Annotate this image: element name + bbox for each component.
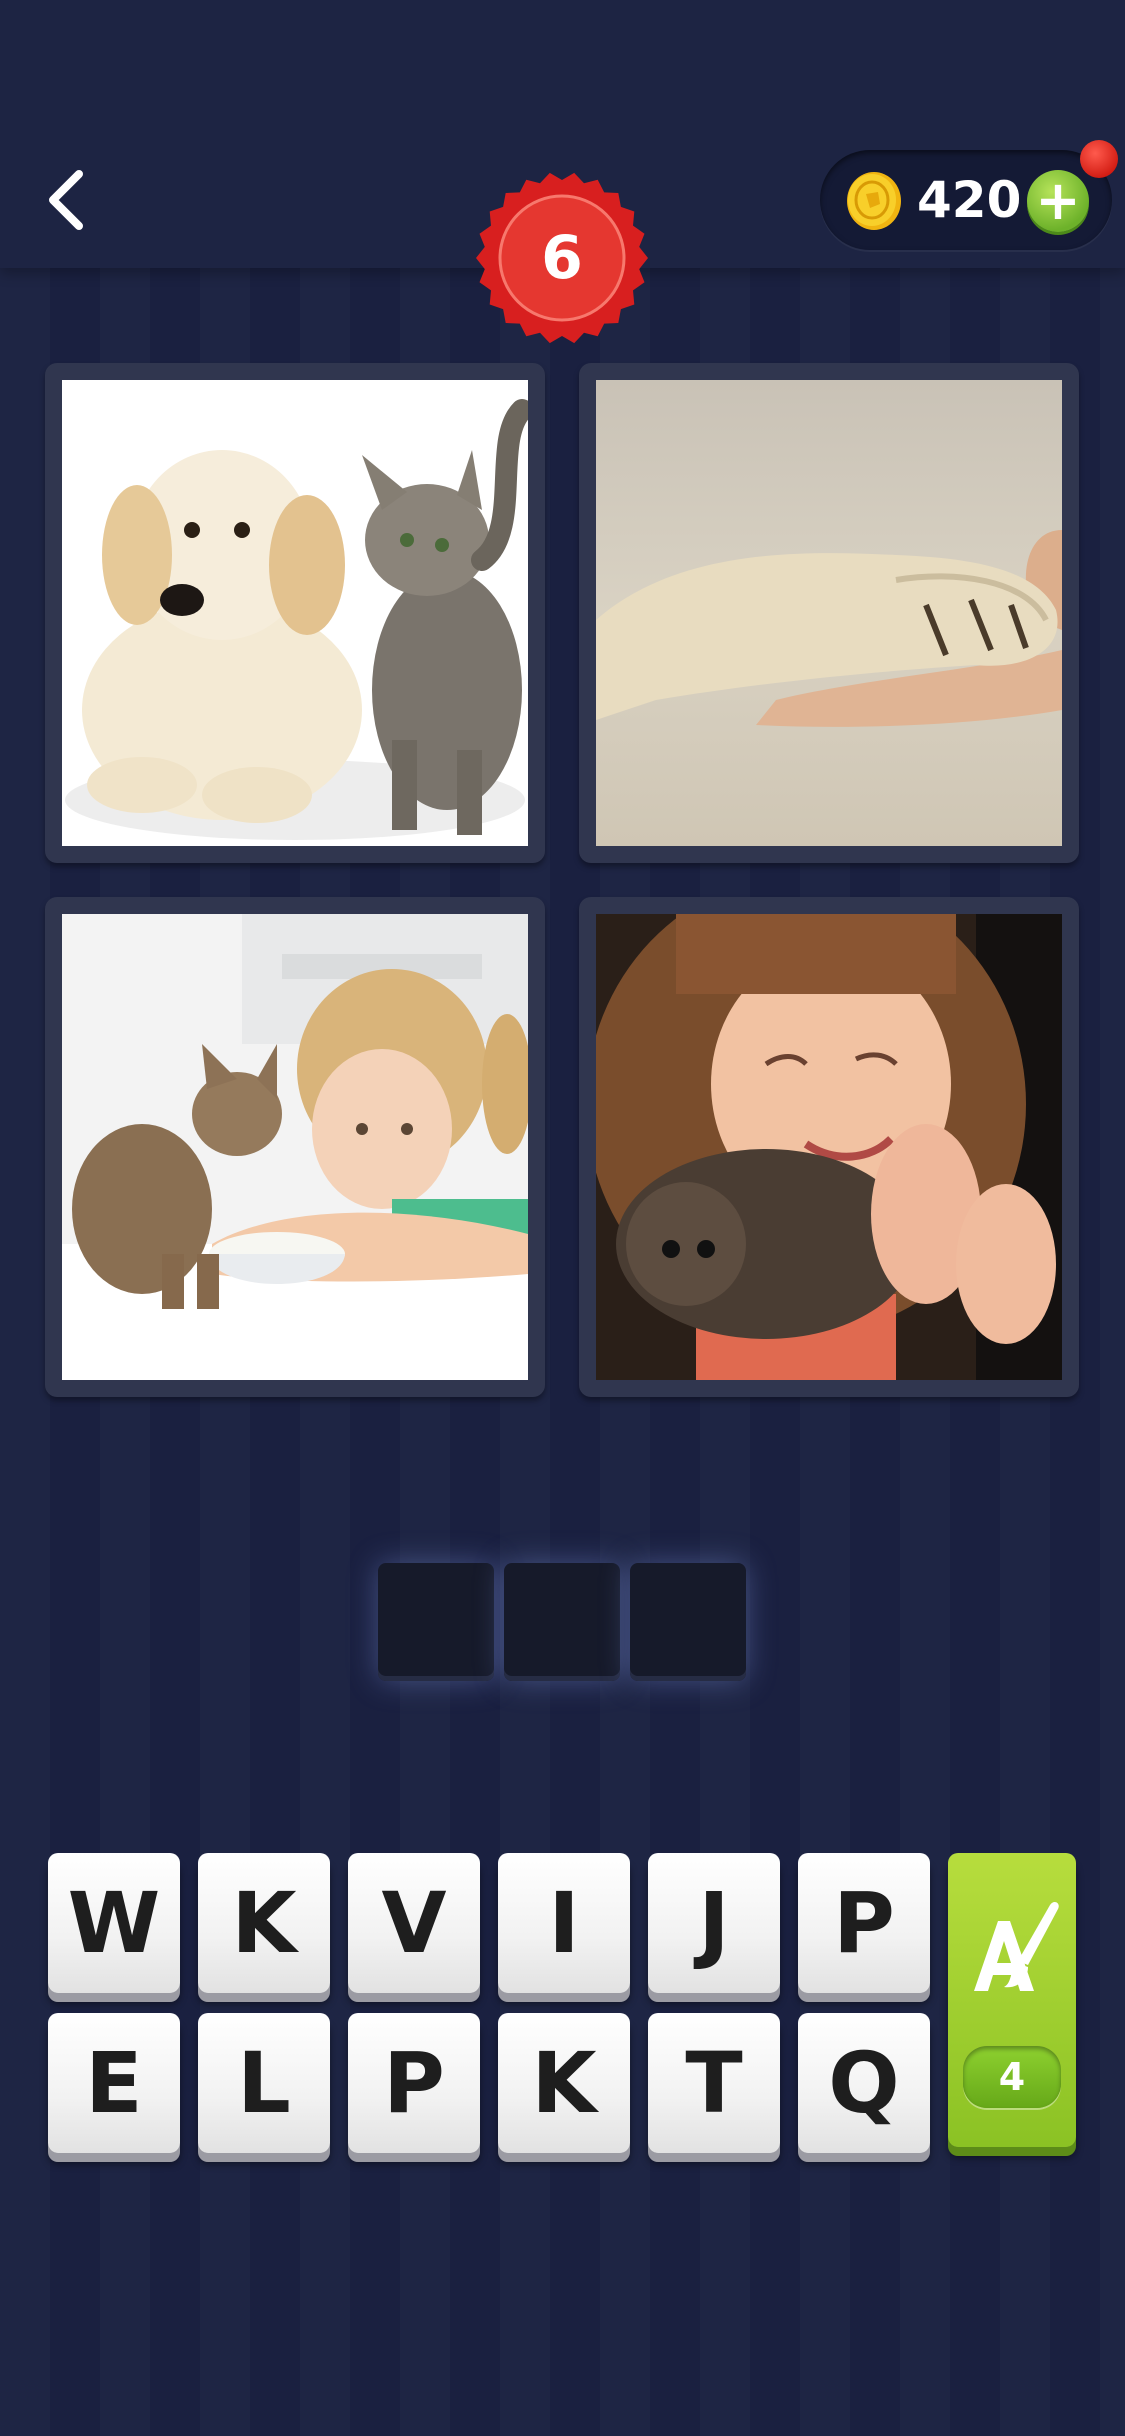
- letter-key[interactable]: E: [48, 2013, 180, 2153]
- letter-key[interactable]: J: [648, 1853, 780, 1993]
- picture-tile-4[interactable]: [579, 897, 1079, 1397]
- coin-icon: [847, 172, 901, 230]
- back-button[interactable]: [30, 160, 100, 240]
- chevron-left-icon: [49, 170, 83, 230]
- letter-key[interactable]: P: [798, 1853, 930, 1993]
- letter-key[interactable]: P: [348, 2013, 480, 2153]
- level-number: 6: [541, 223, 583, 293]
- answer-slot-2[interactable]: [504, 1563, 620, 1681]
- dog-paw-in-hand-image: [596, 380, 1062, 846]
- girl-hugging-kitten-image: [596, 914, 1062, 1380]
- reveal-letter-hint-button[interactable]: 4: [948, 1853, 1076, 2147]
- buy-coins-button[interactable]: +: [1027, 170, 1089, 232]
- letter-key[interactable]: Q: [798, 2013, 930, 2153]
- letter-key[interactable]: W: [48, 1853, 180, 1993]
- letter-key[interactable]: V: [348, 1853, 480, 1993]
- girl-with-kitten-image: [62, 914, 528, 1380]
- letter-key[interactable]: T: [648, 2013, 780, 2153]
- letter-key[interactable]: L: [198, 2013, 330, 2153]
- letter-key[interactable]: K: [498, 2013, 630, 2153]
- picture-tile-2[interactable]: [579, 363, 1079, 863]
- answer-slot-3[interactable]: [630, 1563, 746, 1681]
- picture-tile-1[interactable]: [45, 363, 545, 863]
- picture-tile-3[interactable]: [45, 897, 545, 1397]
- puppy-and-kitten-image: [62, 380, 528, 846]
- level-badge: 6: [474, 170, 650, 346]
- hint-cost-badge: 4: [963, 2046, 1061, 2108]
- letter-brush-icon: [974, 1902, 1059, 1991]
- notification-dot: [1080, 140, 1118, 178]
- answer-slot-1[interactable]: [378, 1563, 494, 1681]
- coin-balance[interactable]: 420 +: [820, 150, 1112, 250]
- letter-key[interactable]: I: [498, 1853, 630, 1993]
- letter-key[interactable]: K: [198, 1853, 330, 1993]
- coin-count: 420: [917, 171, 1022, 229]
